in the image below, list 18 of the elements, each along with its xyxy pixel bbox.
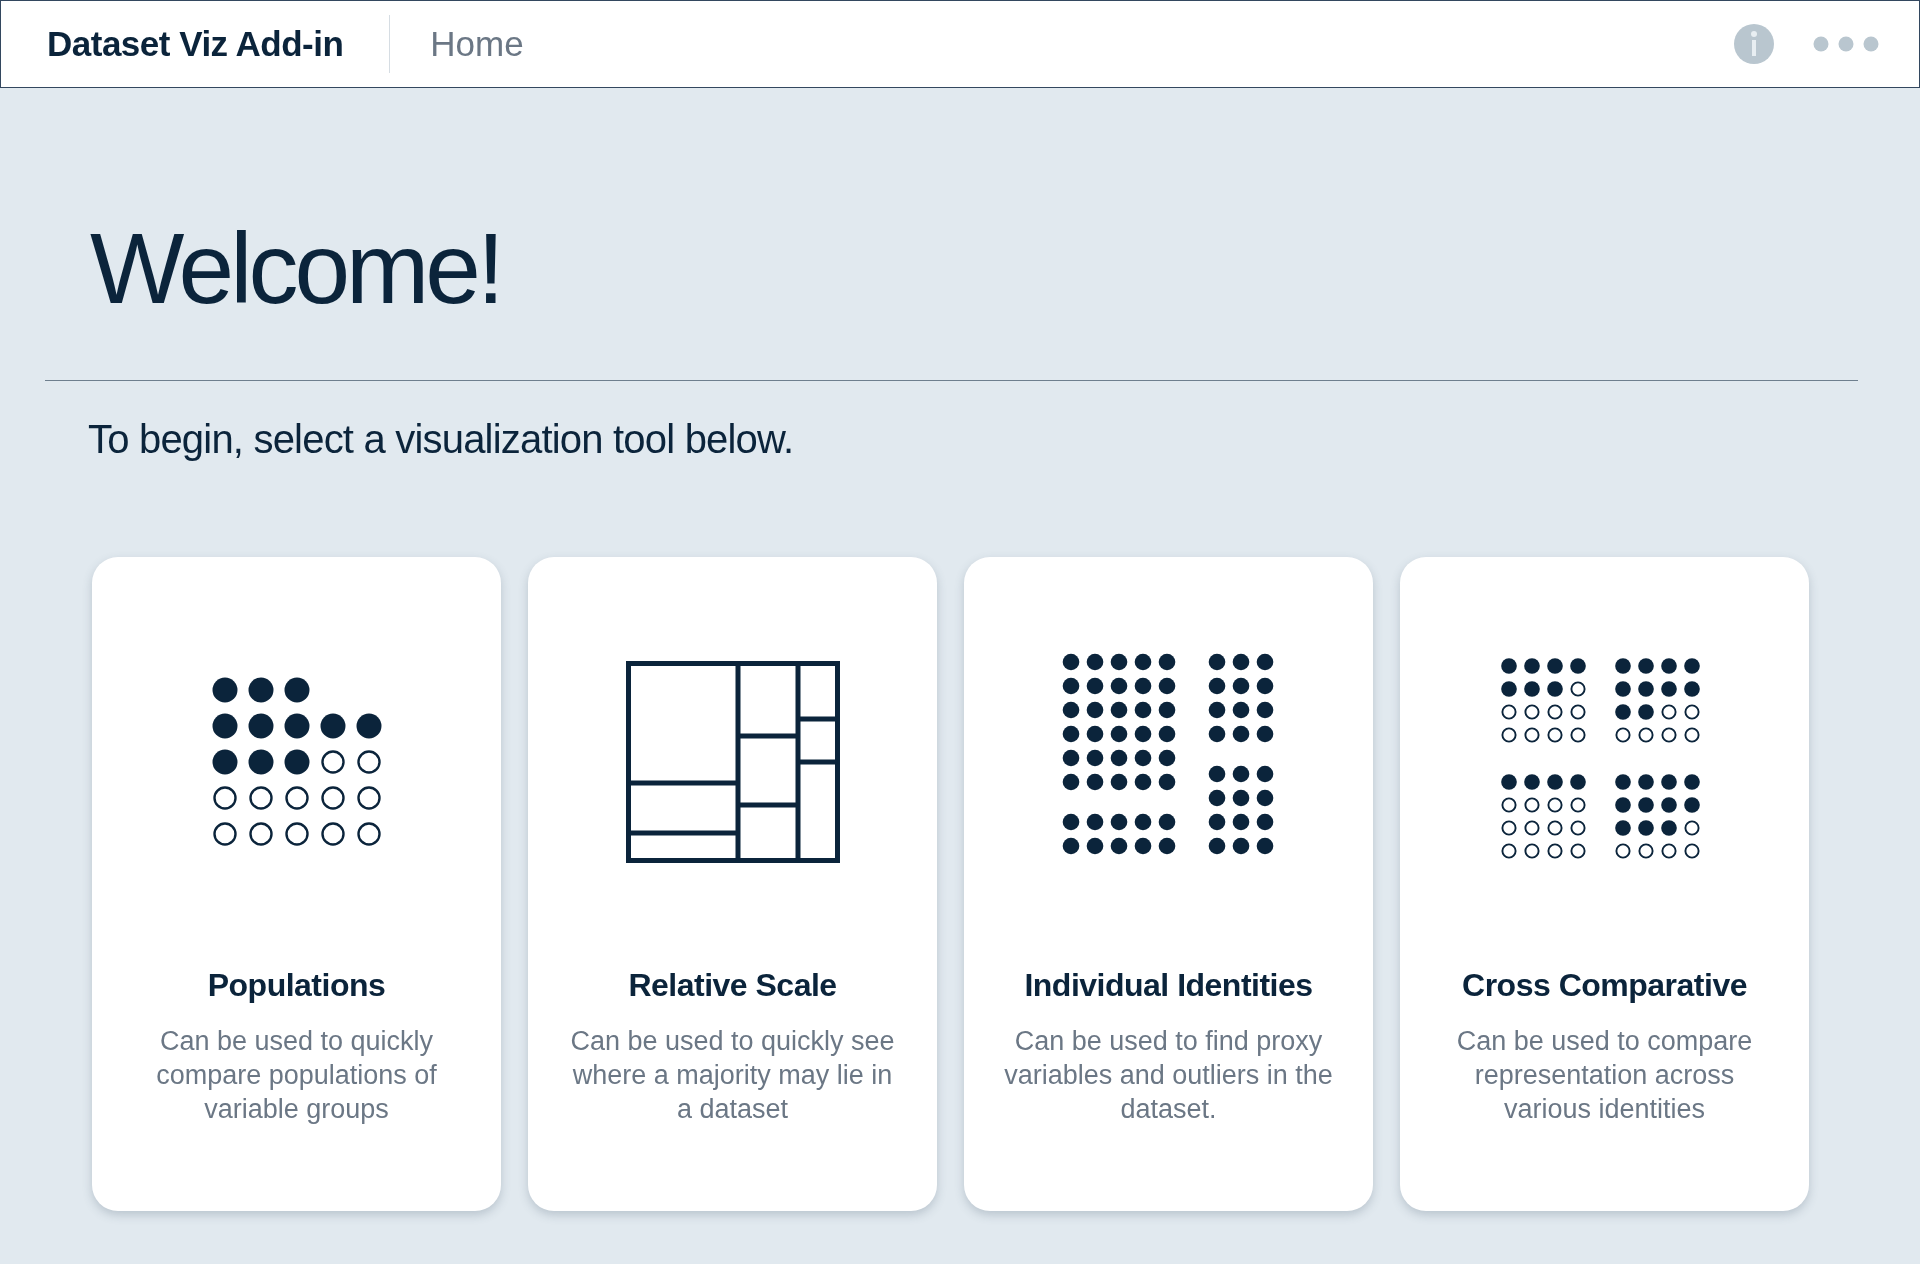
tool-card[interactable]: Cross Comparative Can be used to compare representation across various identities [1400,557,1809,1211]
tool-card[interactable]: Individual Identities Can be used to find proxy variables and outliers in the dataset. [964,557,1373,1211]
card-description: Can be used to quickly compare populations of variable groups [155,1025,438,1126]
tool-card[interactable]: Populations Can be used to quickly compare populations of variable groups [92,557,501,1211]
instruction-text: To begin, select a visualization tool below. [88,416,795,463]
card-description: Can be used to find proxy variables and outliers in the dataset. [1003,1025,1334,1126]
card-title: Populations [207,967,386,1004]
more-options-icon[interactable] [1813,36,1879,52]
info-icon[interactable] [1733,23,1775,65]
card-title: Cross Comparative [1462,967,1747,1004]
card-description: Can be used to compare representation across various identities [1455,1025,1754,1126]
home-link[interactable]: Home [430,24,524,64]
card-title: Relative Scale [628,967,837,1004]
card-title: Individual Identities [1024,967,1313,1004]
tool-card[interactable]: Relative Scale Can be used to quickly see where a majority may lie in a dataset [528,557,937,1211]
card-description: Can be used to quickly see where a majority may lie in a dataset [569,1025,896,1126]
welcome-heading: Welcome! [89,211,502,326]
app-title: Dataset Viz Add-in [47,24,344,64]
